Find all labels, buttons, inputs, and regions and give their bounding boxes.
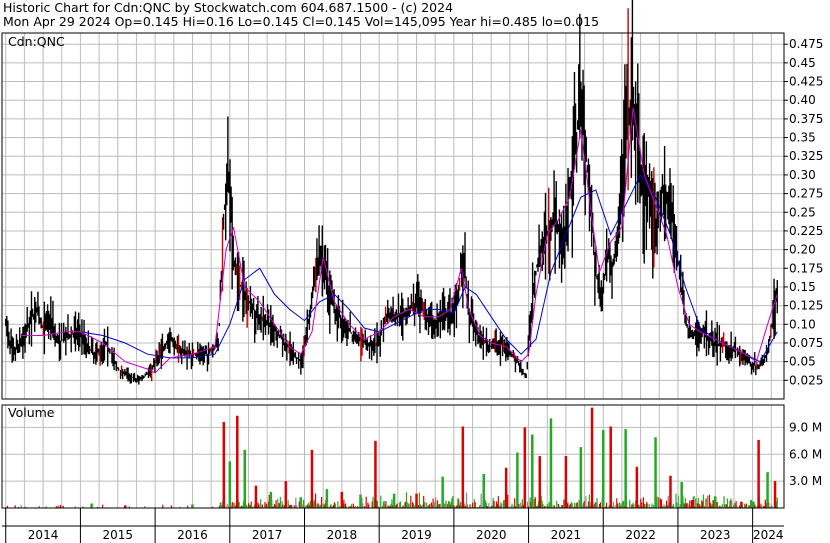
volume-bars bbox=[5, 407, 778, 508]
symbol-label: Cdn:QNC bbox=[8, 34, 65, 49]
volume-tick-label: 6.0 M bbox=[789, 447, 822, 461]
chart-canvas: 0.475 0.45 0.425 0.40 0.375 0.35 0.325 0.30 0.27… bbox=[1, 0, 823, 543]
y-tick-label: 0.175 bbox=[789, 261, 823, 275]
y-tick-label: 0.275 bbox=[789, 187, 823, 201]
y-tick-label: 0.475 bbox=[789, 37, 823, 51]
y-tick-label: 0.15 bbox=[789, 280, 816, 294]
x-tick-label: 2023 bbox=[700, 528, 731, 542]
volume-panel-border bbox=[1, 404, 785, 509]
volume-axis-labels: 9.0 M 6.0 M 3.0 M bbox=[789, 420, 822, 488]
y-tick-label: 0.35 bbox=[789, 131, 816, 145]
y-tick-label: 0.45 bbox=[789, 56, 816, 70]
y-tick-label: 0.05 bbox=[789, 355, 816, 369]
price-panel-border bbox=[1, 32, 785, 400]
volume-label: Volume bbox=[8, 405, 55, 420]
y-tick-label: 0.25 bbox=[789, 205, 816, 219]
y-tick-label: 0.025 bbox=[789, 373, 823, 387]
x-tick-label: 2015 bbox=[102, 528, 133, 542]
y-tick-label: 0.075 bbox=[789, 336, 823, 350]
y-tick-label: 0.125 bbox=[789, 299, 823, 313]
y-tick-label: 0.325 bbox=[789, 149, 823, 163]
price-axis-labels: 0.475 0.45 0.425 0.40 0.375 0.35 0.325 0.30 0.27… bbox=[784, 37, 823, 387]
x-tick-label: 2021 bbox=[551, 528, 582, 542]
volume-tick-label: 9.0 M bbox=[789, 420, 822, 434]
x-tick-label: 2022 bbox=[625, 528, 656, 542]
y-tick-label: 0.20 bbox=[789, 243, 816, 257]
x-tick-label: 2024 bbox=[753, 528, 784, 542]
chart-frame bbox=[1, 32, 785, 527]
x-tick-label: 2019 bbox=[401, 528, 432, 542]
y-tick-label: 0.30 bbox=[789, 168, 816, 182]
y-tick-label: 0.425 bbox=[789, 75, 823, 89]
x-tick-label: 2016 bbox=[177, 528, 208, 542]
x-tick-label: 2014 bbox=[28, 528, 59, 542]
x-tick-label: 2018 bbox=[327, 528, 358, 542]
volume-tick-label: 3.0 M bbox=[789, 474, 822, 488]
y-tick-label: 0.40 bbox=[789, 93, 816, 107]
y-tick-label: 0.375 bbox=[789, 112, 823, 126]
x-tick-label: 2020 bbox=[476, 528, 507, 542]
moving-average-short-line bbox=[20, 107, 778, 374]
x-tick-label: 2017 bbox=[252, 528, 283, 542]
y-tick-label: 0.225 bbox=[789, 224, 823, 238]
y-tick-label: 0.10 bbox=[789, 317, 816, 331]
grid bbox=[2, 33, 784, 508]
price-bars bbox=[5, 0, 778, 385]
